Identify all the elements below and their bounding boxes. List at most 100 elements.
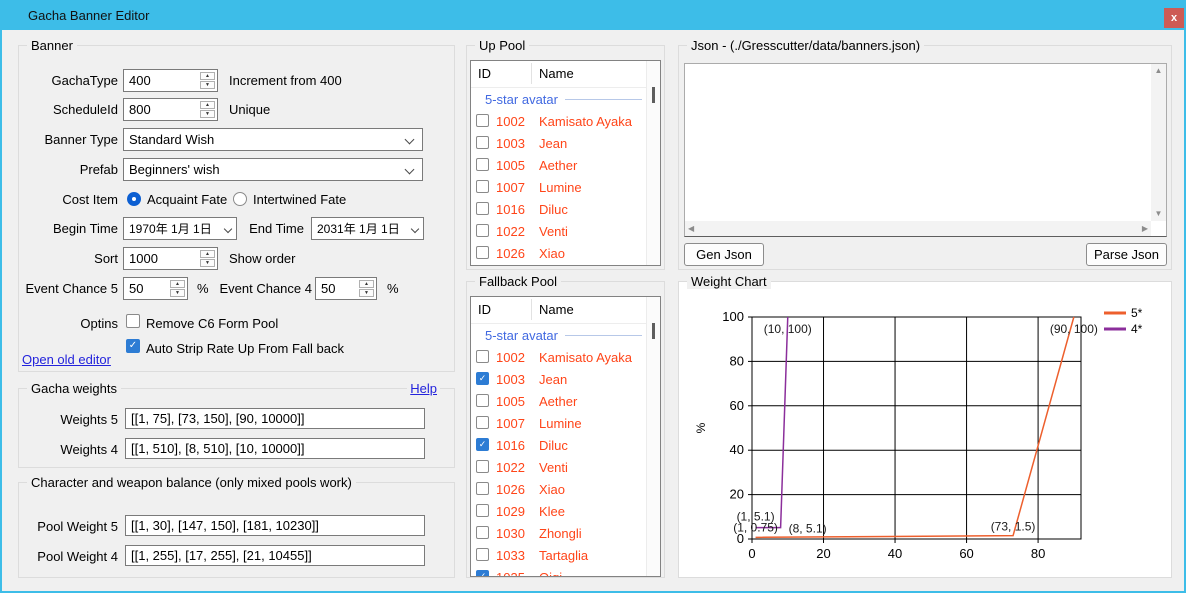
- spin-down-icon[interactable]: ▼: [170, 289, 185, 297]
- pool-row[interactable]: 1033Tartaglia: [471, 544, 660, 566]
- weights-5-value: [[1, 75], [73, 150], [90, 10000]]: [131, 411, 419, 426]
- scheduleid-input[interactable]: 800 ▲ ▼: [123, 98, 218, 121]
- list-scrollbar[interactable]: [646, 297, 660, 576]
- title-bar[interactable]: Gacha Banner Editor: [0, 0, 1186, 30]
- spin-up-icon[interactable]: ▲: [200, 72, 215, 80]
- prefab-label: Prefab: [10, 162, 118, 177]
- open-old-editor-link[interactable]: Open old editor: [22, 352, 111, 367]
- begin-time-picker[interactable]: 1970年 1月 1日: [123, 217, 237, 240]
- row-checkbox[interactable]: ✓: [476, 372, 489, 385]
- row-checkbox[interactable]: [476, 224, 489, 237]
- pool-weight-5-input[interactable]: [[1, 30], [147, 150], [181, 10230]]: [125, 515, 425, 536]
- weights-4-input[interactable]: [[1, 510], [8, 510], [10, 10000]]: [125, 438, 425, 459]
- row-checkbox[interactable]: [476, 246, 489, 259]
- row-checkbox[interactable]: ✓: [476, 438, 489, 451]
- end-time-picker[interactable]: 2031年 1月 1日: [311, 217, 424, 240]
- remove-c6-checkbox[interactable]: [126, 314, 140, 328]
- scroll-left-icon[interactable]: ◀: [688, 225, 694, 233]
- event-chance-5-value: 50: [129, 281, 167, 296]
- scrollbar-thumb[interactable]: [652, 87, 655, 103]
- sort-input[interactable]: 1000 ▲ ▼: [123, 247, 218, 270]
- spin-down-icon[interactable]: ▼: [359, 289, 374, 297]
- spin-down-icon[interactable]: ▼: [200, 110, 215, 118]
- pool-row[interactable]: 1002Kamisato Ayaka: [471, 110, 660, 132]
- pool-row[interactable]: 1022Venti: [471, 220, 660, 242]
- gachatype-input[interactable]: 400 ▲ ▼: [123, 69, 218, 92]
- spin-down-icon[interactable]: ▼: [200, 81, 215, 89]
- pool-row[interactable]: 1003Jean: [471, 132, 660, 154]
- help-link[interactable]: Help: [407, 381, 440, 396]
- pool-item-name: Kamisato Ayaka: [539, 350, 632, 365]
- scheduleid-spinner[interactable]: ▲ ▼: [200, 101, 215, 118]
- fallback-pool-list[interactable]: IDName5-star avatar1002Kamisato Ayaka✓10…: [470, 296, 661, 577]
- close-button[interactable]: x: [1164, 8, 1184, 28]
- pool-weight-4-input[interactable]: [[1, 255], [17, 255], [21, 10455]]: [125, 545, 425, 566]
- pool-row[interactable]: 1022Venti: [471, 456, 660, 478]
- begin-time-value: 1970年 1月 1日: [129, 220, 220, 237]
- scroll-up-icon[interactable]: ▲: [1155, 67, 1163, 75]
- gachatype-spinner[interactable]: ▲ ▼: [200, 72, 215, 89]
- row-checkbox[interactable]: [476, 158, 489, 171]
- weights-5-input[interactable]: [[1, 75], [73, 150], [90, 10000]]: [125, 408, 425, 429]
- row-checkbox[interactable]: [476, 482, 489, 495]
- prefab-select[interactable]: Beginners' wish: [123, 158, 423, 181]
- scroll-right-icon[interactable]: ▶: [1142, 225, 1148, 233]
- row-checkbox[interactable]: [476, 136, 489, 149]
- row-checkbox[interactable]: [476, 526, 489, 539]
- pool-row[interactable]: 1030Zhongli: [471, 522, 660, 544]
- row-checkbox[interactable]: [476, 394, 489, 407]
- pool-weight-5-value: [[1, 30], [147, 150], [181, 10230]]: [131, 518, 419, 533]
- row-checkbox[interactable]: [476, 202, 489, 215]
- scroll-down-icon[interactable]: ▼: [1155, 210, 1163, 218]
- spin-up-icon[interactable]: ▲: [170, 280, 185, 288]
- pool-row[interactable]: ✓1016Diluc: [471, 434, 660, 456]
- pool-row[interactable]: 1005Aether: [471, 390, 660, 412]
- auto-strip-checkbox[interactable]: ✓: [126, 339, 140, 353]
- event-chance-5-input[interactable]: 50 ▲ ▼: [123, 277, 188, 300]
- row-checkbox[interactable]: [476, 460, 489, 473]
- spin-up-icon[interactable]: ▲: [359, 280, 374, 288]
- pool-row[interactable]: 1007Lumine: [471, 412, 660, 434]
- list-column-header: IDName: [471, 297, 660, 324]
- pool-item-id: 1007: [496, 416, 525, 431]
- pool-section-line: [565, 99, 642, 100]
- sort-value: 1000: [129, 251, 197, 266]
- row-checkbox[interactable]: [476, 548, 489, 561]
- sort-spinner[interactable]: ▲ ▼: [200, 250, 215, 267]
- spin-down-icon[interactable]: ▼: [200, 259, 215, 267]
- row-checkbox[interactable]: [476, 114, 489, 127]
- row-checkbox[interactable]: ✓: [476, 570, 489, 577]
- banner-type-select[interactable]: Standard Wish: [123, 128, 423, 151]
- json-vertical-scrollbar[interactable]: ▲ ▼: [1151, 64, 1166, 221]
- chevron-down-icon: [405, 135, 415, 145]
- pool-row[interactable]: ✓1003Jean: [471, 368, 660, 390]
- pool-row[interactable]: ✓1035Qiqi: [471, 566, 660, 577]
- pool-row[interactable]: 1007Lumine: [471, 176, 660, 198]
- pool-row[interactable]: 1029Klee: [471, 500, 660, 522]
- json-horizontal-scrollbar[interactable]: ◀ ▶: [685, 221, 1151, 236]
- json-textarea[interactable]: ▲ ▼ ◀ ▶: [684, 63, 1167, 237]
- list-scrollbar[interactable]: [646, 61, 660, 265]
- parse-json-button[interactable]: Parse Json: [1086, 243, 1167, 266]
- gen-json-button[interactable]: Gen Json: [684, 243, 764, 266]
- row-checkbox[interactable]: [476, 416, 489, 429]
- scrollbar-thumb[interactable]: [652, 323, 655, 339]
- chevron-down-icon: [411, 225, 419, 233]
- event-chance-4-spinner[interactable]: ▲ ▼: [359, 280, 374, 297]
- row-checkbox[interactable]: [476, 180, 489, 193]
- pool-row[interactable]: 1026Xiao: [471, 478, 660, 500]
- pool-row[interactable]: 1026Xiao: [471, 242, 660, 264]
- spin-up-icon[interactable]: ▲: [200, 101, 215, 109]
- pool-item-id: 1005: [496, 394, 525, 409]
- row-checkbox[interactable]: [476, 350, 489, 363]
- pool-row[interactable]: 1016Diluc: [471, 198, 660, 220]
- event-chance-5-spinner[interactable]: ▲ ▼: [170, 280, 185, 297]
- radio-intertwined-fate[interactable]: [233, 192, 247, 206]
- radio-acquaint-fate[interactable]: [127, 192, 141, 206]
- row-checkbox[interactable]: [476, 504, 489, 517]
- pool-row[interactable]: 1002Kamisato Ayaka: [471, 346, 660, 368]
- up-pool-list[interactable]: IDName5-star avatar1002Kamisato Ayaka100…: [470, 60, 661, 266]
- spin-up-icon[interactable]: ▲: [200, 250, 215, 258]
- event-chance-4-input[interactable]: 50 ▲ ▼: [315, 277, 377, 300]
- pool-row[interactable]: 1005Aether: [471, 154, 660, 176]
